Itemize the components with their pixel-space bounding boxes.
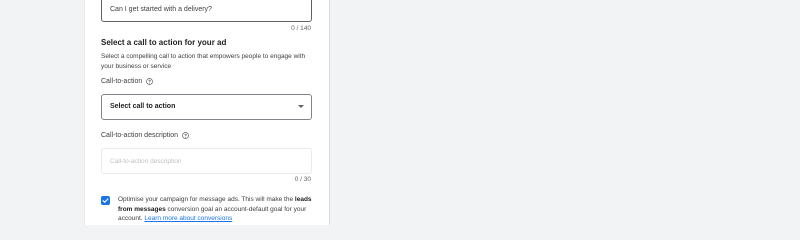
ad-form-panel: Can I get started with a delivery? 0 / 1… — [84, 0, 330, 225]
help-circle-icon[interactable] — [146, 78, 154, 85]
optimise-option-text: Optimise your campaign for message ads. … — [118, 195, 313, 224]
cta-label: Call-to-action — [101, 78, 154, 85]
optimise-text-before: Optimise your campaign for message ads. … — [118, 196, 295, 203]
cta-description-char-counter: 0 / 30 — [294, 176, 311, 183]
cta-section-description: Select a compelling call to action that … — [101, 53, 306, 70]
cta-select-value: Select call to action — [110, 103, 176, 110]
cta-description-label: Call-to-action description — [101, 132, 189, 139]
cta-section-title: Select a call to action for your ad — [101, 38, 227, 47]
check-icon — [102, 198, 109, 203]
question-input-value: Can I get started with a delivery? — [110, 6, 212, 13]
cta-description-input[interactable] — [102, 149, 311, 173]
cta-label-text: Call-to-action — [101, 78, 143, 85]
cta-description-field[interactable] — [101, 148, 312, 174]
learn-more-conversions-link[interactable]: Learn more about conversions — [144, 215, 232, 222]
question-char-counter: 0 / 140 — [291, 25, 311, 32]
optimise-checkbox[interactable] — [101, 196, 110, 205]
help-circle-icon[interactable] — [182, 132, 189, 139]
cta-description-label-text: Call-to-action description — [101, 132, 179, 139]
question-input[interactable]: Can I get started with a delivery? — [101, 0, 312, 22]
cta-select[interactable]: Select call to action — [101, 94, 312, 120]
chevron-down-icon — [298, 105, 304, 108]
